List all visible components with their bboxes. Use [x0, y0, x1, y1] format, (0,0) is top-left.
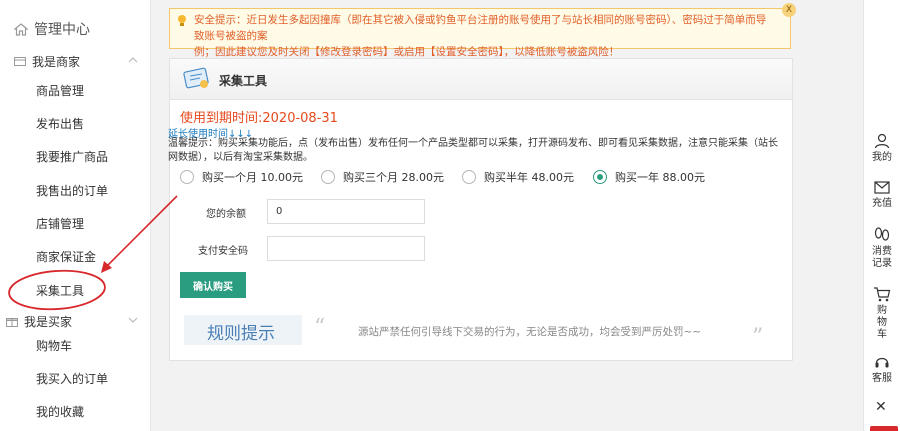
toolbar-cart[interactable]: 购 物 车: [864, 286, 900, 341]
buyer-section-label: 我是买家: [24, 314, 73, 329]
toolbar-recharge-label: 充值: [872, 198, 892, 209]
home-icon: [14, 22, 28, 36]
sidebar-item-sold-orders[interactable]: 我售出的订单: [36, 183, 108, 199]
headset-icon: [875, 357, 889, 368]
toolbar-consumption-records[interactable]: 消费 记录: [864, 227, 900, 270]
option-one-month-label: 购买一个月 10.00元: [202, 171, 303, 184]
envelope-icon: [874, 181, 890, 194]
balance-label: 您的余额: [206, 209, 246, 220]
toolbar-cart-label-2: 物: [877, 317, 887, 328]
option-one-year-label: 购买一年 88.00元: [615, 171, 705, 184]
store-icon: [14, 56, 26, 66]
sidebar-item-bought-orders[interactable]: 我买入的订单: [36, 371, 108, 387]
sidebar-item-promote-products[interactable]: 我要推广商品: [36, 149, 108, 165]
toolbar-mine[interactable]: 我的: [864, 133, 900, 164]
sidebar-item-cart[interactable]: 购物车: [36, 338, 72, 354]
option-half-year-label: 购买半年 48.00元: [484, 171, 574, 184]
rules-text: 源站严禁任何引导线下交易的行为，无论是否成功，均会受到严厉处罚~~: [358, 326, 702, 338]
notice-line-1: 安全提示：近日发生多起因撞库（即在其它被入侵或钓鱼平台注册的账号使用了与站长相同…: [194, 14, 767, 42]
option-one-month[interactable]: 购买一个月 10.00元: [180, 167, 303, 187]
warm-tip: 温馨提示：购买采集功能后，点（发布出售）发布任何一个产品类型都可以采集，打开源码…: [168, 138, 778, 163]
user-icon: [874, 133, 890, 149]
cart-icon: [874, 287, 891, 302]
buyer-section[interactable]: 我是买家: [6, 312, 138, 330]
purchase-options: 购买一个月 10.00元 购买三个月 28.00元 购买半年 48.00元 购买…: [180, 167, 740, 187]
collection-tool-panel: 采集工具 使用到期时间:2020-08-31 延长使用时间↓↓↓ 温馨提示：购买…: [168, 58, 793, 361]
notice-close-button[interactable]: X: [782, 3, 796, 17]
option-one-year[interactable]: 购买一年 88.00元: [593, 167, 705, 187]
gift-icon: [6, 317, 18, 327]
panel-title: 采集工具: [219, 74, 268, 88]
management-center-title[interactable]: 管理中心: [14, 18, 90, 40]
main-content: 安全提示：近日发生多起因撞库（即在其它被入侵或钓鱼平台注册的账号使用了与站长相同…: [151, 0, 863, 431]
toolbar-service[interactable]: 客服: [864, 354, 900, 385]
sidebar-item-publish-sale[interactable]: 发布出售: [36, 116, 84, 132]
toolbar-recharge[interactable]: 充值: [864, 181, 900, 210]
sidebar-item-product-management[interactable]: 商品管理: [36, 83, 84, 99]
radio-three-months[interactable]: [321, 170, 335, 184]
payment-password-input[interactable]: [267, 236, 425, 261]
security-notice: 安全提示：近日发生多起因撞库（即在其它被入侵或钓鱼平台注册的账号使用了与站长相同…: [169, 3, 796, 58]
panel-header: 采集工具: [170, 59, 792, 100]
toolbar-service-label: 客服: [872, 373, 892, 384]
rules-banner: 规则提示 “ 源站严禁任何引导线下交易的行为，无论是否成功，均会受到严厉处罚~~…: [184, 315, 774, 351]
option-half-year[interactable]: 购买半年 48.00元: [462, 167, 574, 187]
rules-title: 规则提示: [207, 324, 275, 344]
toolbar-records-label-2: 记录: [872, 258, 892, 269]
right-toolbar: 我的 充值 消费 记录 购 物 车 客服 ✕: [863, 0, 900, 431]
lightbulb-icon: [178, 15, 186, 26]
quote-open-icon: “: [314, 315, 326, 340]
management-center-label: 管理中心: [34, 22, 90, 38]
tool-card-icon: [183, 67, 209, 89]
toolbar-close-icon[interactable]: ✕: [875, 399, 887, 415]
payment-password-label: 支付安全码: [198, 246, 248, 257]
option-three-months-label: 购买三个月 28.00元: [343, 171, 444, 184]
sidebar-item-shop-management[interactable]: 店铺管理: [36, 216, 84, 232]
confirm-purchase-button[interactable]: 确认购买: [180, 272, 246, 298]
sidebar-item-favorites[interactable]: 我的收藏: [36, 404, 84, 420]
expiry-date: 使用到期时间:2020-08-31: [180, 111, 338, 126]
radio-one-month[interactable]: [180, 170, 194, 184]
seller-section-label: 我是商家: [32, 54, 81, 69]
chevron-down-icon[interactable]: [128, 315, 138, 325]
radio-one-year[interactable]: [593, 170, 607, 184]
sidebar: 管理中心 我是商家 商品管理 发布出售 我要推广商品 我售出的订单 店铺管理 商…: [0, 0, 151, 431]
balance-input[interactable]: [267, 199, 425, 224]
radio-half-year[interactable]: [462, 170, 476, 184]
toolbar-bottom-tab[interactable]: [870, 426, 898, 431]
sidebar-item-collection-tool[interactable]: 采集工具: [36, 283, 84, 299]
sidebar-item-merchant-deposit[interactable]: 商家保证金: [36, 249, 96, 265]
quote-close-icon: ”: [752, 325, 764, 350]
chevron-up-icon[interactable]: [128, 55, 138, 65]
footprint-icon: [874, 227, 890, 241]
toolbar-mine-label: 我的: [872, 152, 892, 163]
toolbar-records-label-1: 消费: [872, 246, 892, 257]
seller-section[interactable]: 我是商家: [14, 52, 138, 70]
option-three-months[interactable]: 购买三个月 28.00元: [321, 167, 444, 187]
toolbar-cart-label-3: 车: [877, 329, 887, 340]
toolbar-cart-label-1: 购: [877, 305, 887, 316]
